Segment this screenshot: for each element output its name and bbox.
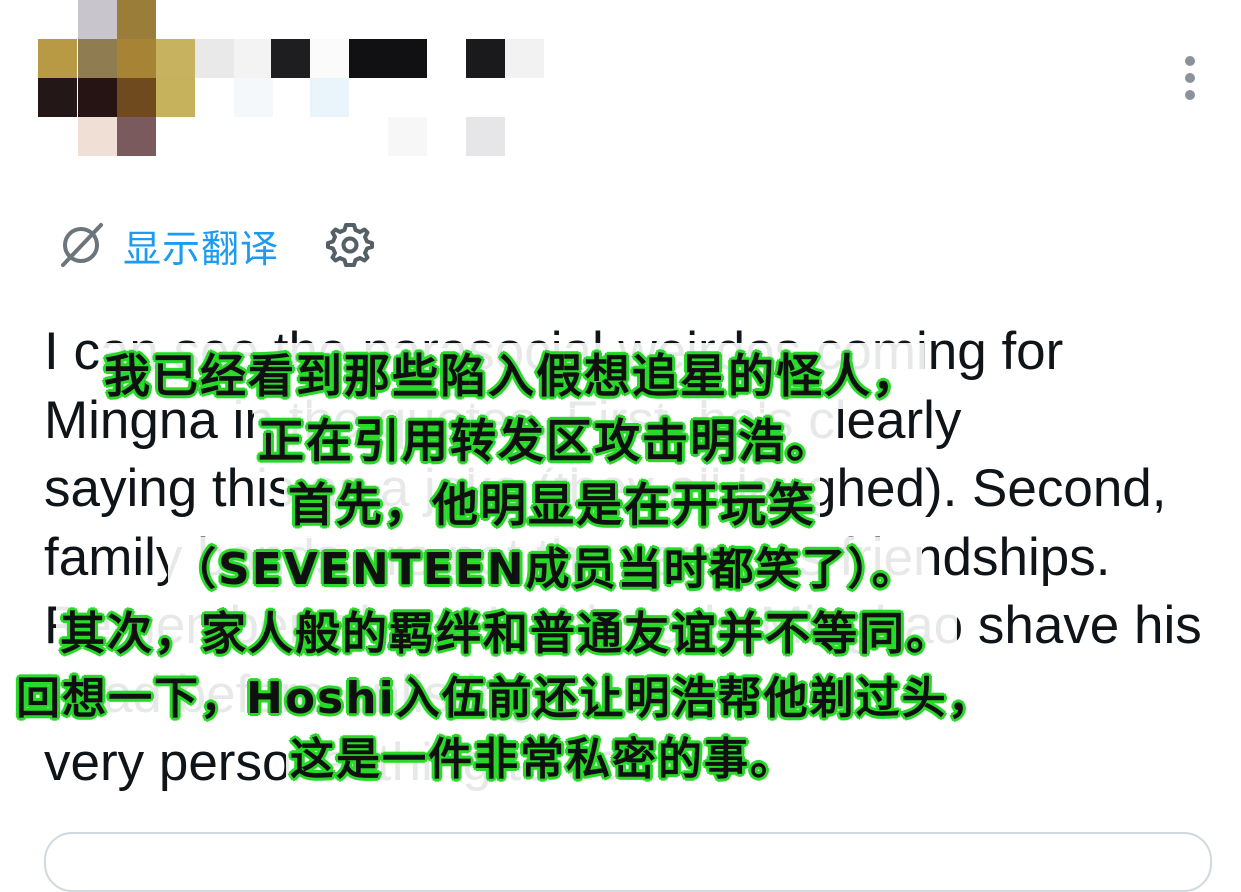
tweet-line: head before enlisting...: [44, 664, 581, 724]
show-translation-link[interactable]: 显示翻译: [123, 218, 279, 273]
tweet-line: saying this as a joke (they all laughed)…: [44, 459, 1167, 518]
tweet-line: Remember when Hoshi made Minghao shave h…: [44, 596, 1202, 655]
translate-row: 显示翻译: [55, 215, 375, 275]
gear-icon[interactable]: [325, 220, 375, 270]
translate-off-icon: [61, 223, 103, 267]
more-options-icon[interactable]: [1176, 52, 1204, 104]
tweet-line: I can see the parasocial weirdos coming …: [44, 322, 1064, 381]
tweet-line: very personal thing to do.: [44, 733, 640, 792]
tweet-text: I can see the parasocial weirdos coming …: [44, 318, 1214, 798]
tweet-line: family bonds are not the same as friends…: [44, 527, 1111, 587]
quoted-tweet-card[interactable]: [44, 832, 1212, 892]
tweet-line: Mingna in the quotes. First, he's clearl…: [44, 390, 962, 450]
censored-author-header: [38, 0, 558, 160]
